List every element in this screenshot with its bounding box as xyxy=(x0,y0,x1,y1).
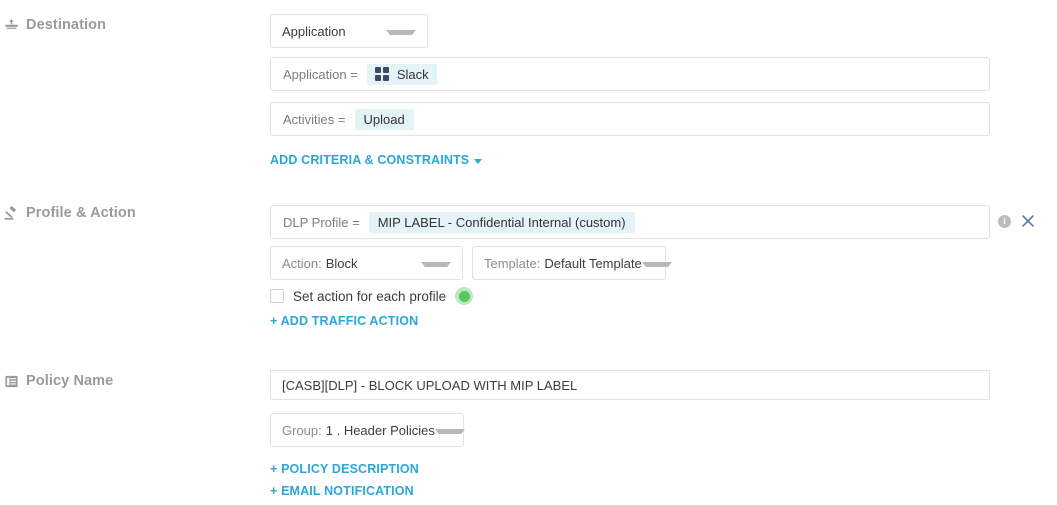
action-select-wrap: Action: Block xyxy=(270,246,463,280)
set-action-each-profile-label: Set action for each profile xyxy=(293,288,447,304)
set-action-each-profile-row: Set action for each profile xyxy=(270,287,474,305)
template-select-prefix: Template: xyxy=(484,255,541,271)
slack-grid-icon xyxy=(374,67,389,81)
criteria-label-application: Application = xyxy=(283,66,358,82)
chevron-down-icon xyxy=(434,428,465,434)
add-traffic-action-link[interactable]: + ADD TRAFFIC ACTION xyxy=(270,313,418,328)
template-select-wrap: Template: Default Template xyxy=(472,246,672,280)
dlp-profile-label: DLP Profile = xyxy=(283,214,360,230)
dlp-profile-chip[interactable]: MIP LABEL - Confidential Internal (custo… xyxy=(368,211,635,233)
email-notification-link[interactable]: + EMAIL NOTIFICATION xyxy=(270,483,414,498)
section-label-profile-action: Profile & Action xyxy=(4,205,136,221)
criteria-label-activities: Activities = xyxy=(283,111,346,127)
add-criteria-constraints-link[interactable]: ADD CRITERIA & CONSTRAINTS xyxy=(270,152,483,167)
criteria-box-activities[interactable]: Activities = Upload xyxy=(270,102,990,136)
set-action-each-profile-checkbox[interactable] xyxy=(270,289,284,303)
document-list-icon xyxy=(4,374,19,389)
criteria-row-activities: Activities = Upload xyxy=(270,102,990,136)
add-criteria-constraints-label: ADD CRITERIA & CONSTRAINTS xyxy=(270,153,470,167)
group-select[interactable]: Group: 1 . Header Policies xyxy=(270,413,465,447)
info-icon[interactable]: i xyxy=(998,214,1011,228)
group-select-prefix: Group: xyxy=(282,422,322,438)
policy-name-input-wrap xyxy=(270,370,990,400)
gavel-icon xyxy=(4,205,19,221)
criteria-chip-slack-label: Slack xyxy=(396,66,429,82)
add-traffic-action-label: + ADD TRAFFIC ACTION xyxy=(270,314,419,328)
template-select-value: Default Template xyxy=(544,255,642,271)
section-label-policy-name: Policy Name xyxy=(4,373,113,389)
chevron-down-icon xyxy=(474,158,483,164)
email-notification-label: + EMAIL NOTIFICATION xyxy=(270,484,414,498)
criteria-chip-upload-label: Upload xyxy=(363,111,405,127)
chevron-down-icon xyxy=(386,29,416,35)
criteria-chip-slack[interactable]: Slack xyxy=(366,63,437,85)
group-select-wrap: Group: 1 . Header Policies xyxy=(270,413,465,447)
destination-type-select[interactable]: Application xyxy=(270,14,428,48)
group-select-value: 1 . Header Policies xyxy=(325,422,435,438)
destination-type-value: Application xyxy=(282,23,346,39)
chevron-down-icon xyxy=(421,261,451,267)
action-select-prefix: Action: xyxy=(282,255,322,271)
action-select-value: Block xyxy=(325,255,358,271)
status-badge xyxy=(455,287,474,305)
chevron-down-icon xyxy=(641,261,672,267)
close-icon[interactable] xyxy=(1021,214,1035,228)
action-select[interactable]: Action: Block xyxy=(270,246,463,280)
dlp-profile-row: DLP Profile = MIP LABEL - Confidential I… xyxy=(270,205,990,239)
section-title-profile-action: Profile & Action xyxy=(26,205,136,221)
section-title-policy-name: Policy Name xyxy=(26,373,114,389)
template-select[interactable]: Template: Default Template xyxy=(472,246,672,280)
criteria-row-application: Application = Slack xyxy=(270,57,990,91)
criteria-chip-upload[interactable]: Upload xyxy=(354,108,414,130)
destination-type-select-wrap: Application xyxy=(270,14,428,48)
section-label-destination: Destination xyxy=(4,17,106,33)
dlp-profile-chip-label: MIP LABEL - Confidential Internal (custo… xyxy=(377,214,626,230)
policy-name-input[interactable] xyxy=(270,370,990,400)
dlp-profile-row-actions: i xyxy=(998,214,1035,228)
policy-description-link[interactable]: + POLICY DESCRIPTION xyxy=(270,461,419,476)
section-title-destination: Destination xyxy=(26,17,107,33)
policy-description-label: + POLICY DESCRIPTION xyxy=(270,462,419,476)
dlp-profile-box[interactable]: DLP Profile = MIP LABEL - Confidential I… xyxy=(270,205,990,239)
upload-destination-icon xyxy=(4,18,19,33)
criteria-box-application[interactable]: Application = Slack xyxy=(270,57,990,91)
